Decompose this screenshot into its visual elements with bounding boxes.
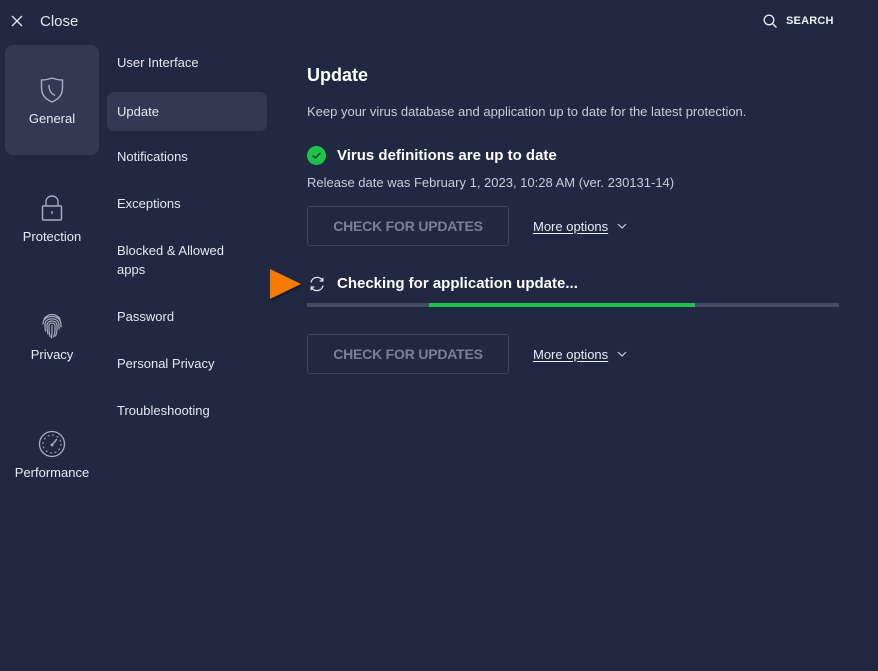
category-label: General [28,110,76,126]
speedometer-icon [37,429,67,459]
application-update-title: Checking for application update... [337,275,578,292]
progress-indicator [429,303,696,307]
close-button[interactable]: Close [10,10,78,32]
subnav-item-blocked-allowed-apps[interactable]: Blocked & Allowed apps [107,241,257,279]
virus-definitions-actions: CHECK FOR UPDATES More options [307,206,627,246]
search-icon [762,13,778,29]
search-button[interactable]: SEARCH [762,13,834,29]
chevron-down-icon [617,349,627,359]
category-label: Protection [22,228,82,244]
page-title: Update [307,65,369,85]
check-application-updates-button[interactable]: CHECK FOR UPDATES [307,334,509,374]
application-update-status: Checking for application update... [307,274,578,293]
application-more-options[interactable]: More options [533,347,627,362]
subnav-item-user-interface[interactable]: User Interface [107,53,267,72]
subnav-item-notifications[interactable]: Notifications [107,147,267,166]
category-protection[interactable]: Protection [5,163,99,273]
category-privacy[interactable]: Privacy [5,281,99,391]
subnav-item-exceptions[interactable]: Exceptions [107,194,267,213]
virus-definitions-more-options[interactable]: More options [533,219,627,234]
check-circle-icon [307,146,326,165]
more-options-label: More options [533,346,609,362]
virus-definitions-status: Virus definitions are up to date [307,146,557,165]
more-options-label: More options [533,218,609,234]
category-general[interactable]: General [5,45,99,155]
search-label: SEARCH [786,15,834,27]
category-label: Performance [14,464,90,480]
application-update-progress [307,303,839,307]
virus-definitions-title: Virus definitions are up to date [337,147,557,164]
chevron-down-icon [617,221,627,231]
application-actions: CHECK FOR UPDATES More options [307,334,627,374]
category-label: Privacy [30,346,74,362]
category-performance[interactable]: Performance [5,399,99,509]
close-label: Close [40,12,79,30]
annotation-arrow-icon [270,269,301,299]
subnav-item-update[interactable]: Update [107,92,267,131]
refresh-icon [307,274,326,293]
subnav-item-troubleshooting[interactable]: Troubleshooting [107,401,267,420]
fingerprint-icon [37,311,67,341]
lock-icon [37,193,67,223]
check-virus-definitions-button[interactable]: CHECK FOR UPDATES [307,206,509,246]
release-info: Release date was February 1, 2023, 10:28… [307,175,675,190]
subnav-item-personal-privacy[interactable]: Personal Privacy [107,354,267,373]
shield-icon [37,75,67,105]
page-description: Keep your virus database and application… [307,104,747,119]
subnav-item-password[interactable]: Password [107,307,267,326]
close-icon [10,14,24,28]
